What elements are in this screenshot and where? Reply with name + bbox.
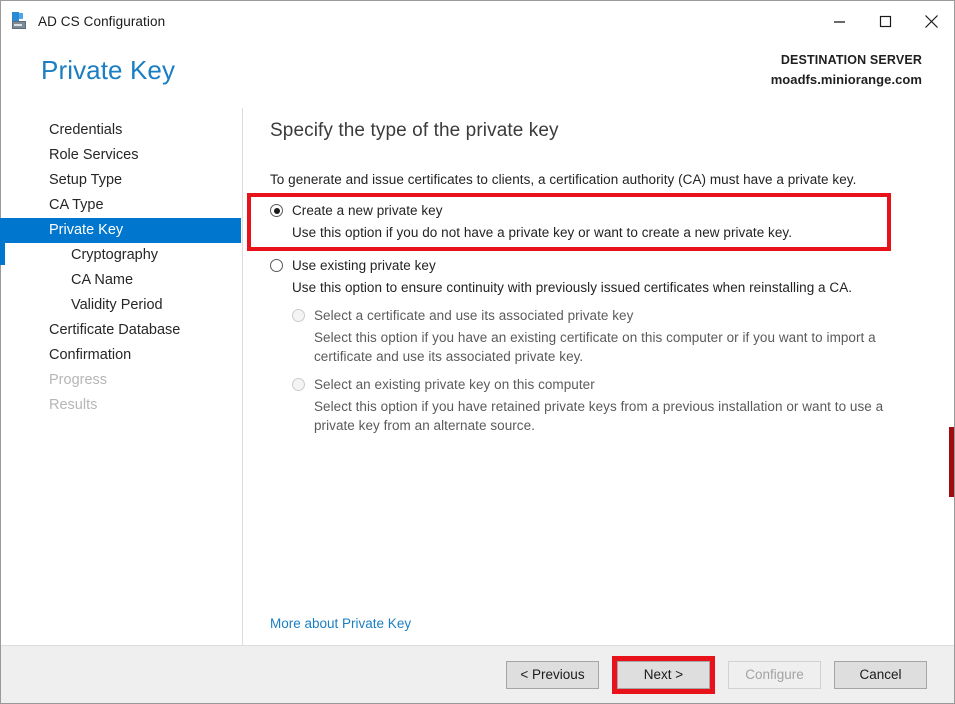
window-title: AD CS Configuration (38, 13, 166, 29)
destination-server-name: moadfs.miniorange.com (770, 72, 922, 88)
sub-option-select-existing-key-label: Select an existing private key on this c… (314, 377, 595, 392)
option-create-new-private-key-group: Create a new private key Use this option… (247, 193, 954, 251)
wizard-content: Specify the type of the private key To g… (243, 108, 954, 645)
right-edge-red-artifact (949, 427, 954, 497)
sub-option-select-certificate-label: Select a certificate and use its associa… (314, 308, 634, 323)
content-heading: Specify the type of the private key (270, 120, 559, 141)
sidebar-item-certificate-database[interactable]: Certificate Database (1, 318, 242, 343)
sidebar-item-validity-period[interactable]: Validity Period (1, 293, 242, 318)
sidebar-item-progress: Progress (49, 372, 108, 388)
maximize-icon (879, 15, 892, 28)
maximize-button[interactable] (862, 1, 908, 41)
close-button[interactable] (908, 1, 954, 41)
sub-option-select-certificate-description: Select this option if you have an existi… (314, 330, 876, 364)
radio-create-new-private-key[interactable] (270, 204, 283, 217)
sidebar-item-setup-type[interactable]: Setup Type (1, 168, 242, 193)
configure-button: Configure (728, 660, 821, 689)
radio-select-existing-key (292, 378, 305, 391)
sidebar-item-private-key[interactable]: Private Key (0, 218, 241, 243)
option-use-existing-private-key-label: Use existing private key (292, 258, 436, 273)
sidebar-item-role-services[interactable]: Role Services (1, 143, 242, 168)
sub-option-select-certificate-group: Select a certificate and use its associa… (292, 306, 954, 325)
cancel-button[interactable]: Cancel (834, 660, 927, 689)
wizard-body: Credentials Role Services Setup Type CA … (0, 108, 954, 645)
ad-cs-configuration-window: AD CS Configuration Private Key DESTINAT… (0, 0, 955, 704)
radio-select-certificate (292, 309, 305, 322)
more-about-private-key-link[interactable]: More about Private Key (270, 616, 411, 631)
sidebar-item-confirmation[interactable]: Confirmation (1, 343, 242, 368)
option-use-existing-private-key-group: Use existing private key Use this option… (270, 256, 954, 435)
left-edge-blue-artifact (0, 239, 5, 265)
wizard-header: Private Key DESTINATION SERVER moadfs.mi… (1, 41, 954, 108)
wizard-sidebar: Credentials Role Services Setup Type CA … (0, 108, 243, 645)
sub-option-select-existing-key-group: Select an existing private key on this c… (292, 375, 954, 394)
option-use-existing-private-key[interactable]: Use existing private key (270, 256, 954, 275)
option-create-new-private-key-label: Create a new private key (292, 203, 443, 218)
option-create-new-private-key-description: Use this option if you do not have a pri… (292, 225, 793, 240)
sidebar-item-results: Results (49, 397, 98, 413)
radio-use-existing-private-key[interactable] (270, 259, 283, 272)
title-bar-left: AD CS Configuration (1, 12, 165, 30)
content-intro-text: To generate and issue certificates to cl… (270, 172, 857, 187)
option-create-new-private-key[interactable]: Create a new private key (270, 201, 954, 220)
destination-server-block: DESTINATION SERVER moadfs.miniorange.com (771, 51, 922, 91)
sidebar-item-ca-type[interactable]: CA Type (1, 193, 242, 218)
close-icon (924, 14, 939, 29)
sub-option-select-existing-key: Select an existing private key on this c… (292, 375, 954, 394)
previous-button[interactable]: < Previous (506, 660, 599, 689)
sidebar-item-ca-name[interactable]: CA Name (1, 268, 242, 293)
next-button-highlight-wrapper: Next > (612, 655, 715, 694)
sidebar-item-cryptography[interactable]: Cryptography (1, 243, 242, 268)
sidebar-item-credentials[interactable]: Credentials (1, 118, 242, 143)
wizard-footer: < Previous Next > Configure Cancel (1, 645, 954, 703)
minimize-icon (833, 15, 846, 28)
page-title: Private Key (41, 55, 176, 85)
window-title-bar: AD CS Configuration (1, 1, 954, 41)
destination-server-label: DESTINATION SERVER (780, 53, 922, 67)
next-button[interactable]: Next > (617, 660, 710, 689)
sub-option-select-certificate: Select a certificate and use its associa… (292, 306, 954, 325)
minimize-button[interactable] (816, 1, 862, 41)
option-use-existing-private-key-description: Use this option to ensure continuity wit… (292, 280, 853, 295)
window-controls (816, 1, 954, 41)
server-icon (11, 12, 29, 30)
sub-option-select-existing-key-description: Select this option if you have retained … (314, 399, 884, 433)
